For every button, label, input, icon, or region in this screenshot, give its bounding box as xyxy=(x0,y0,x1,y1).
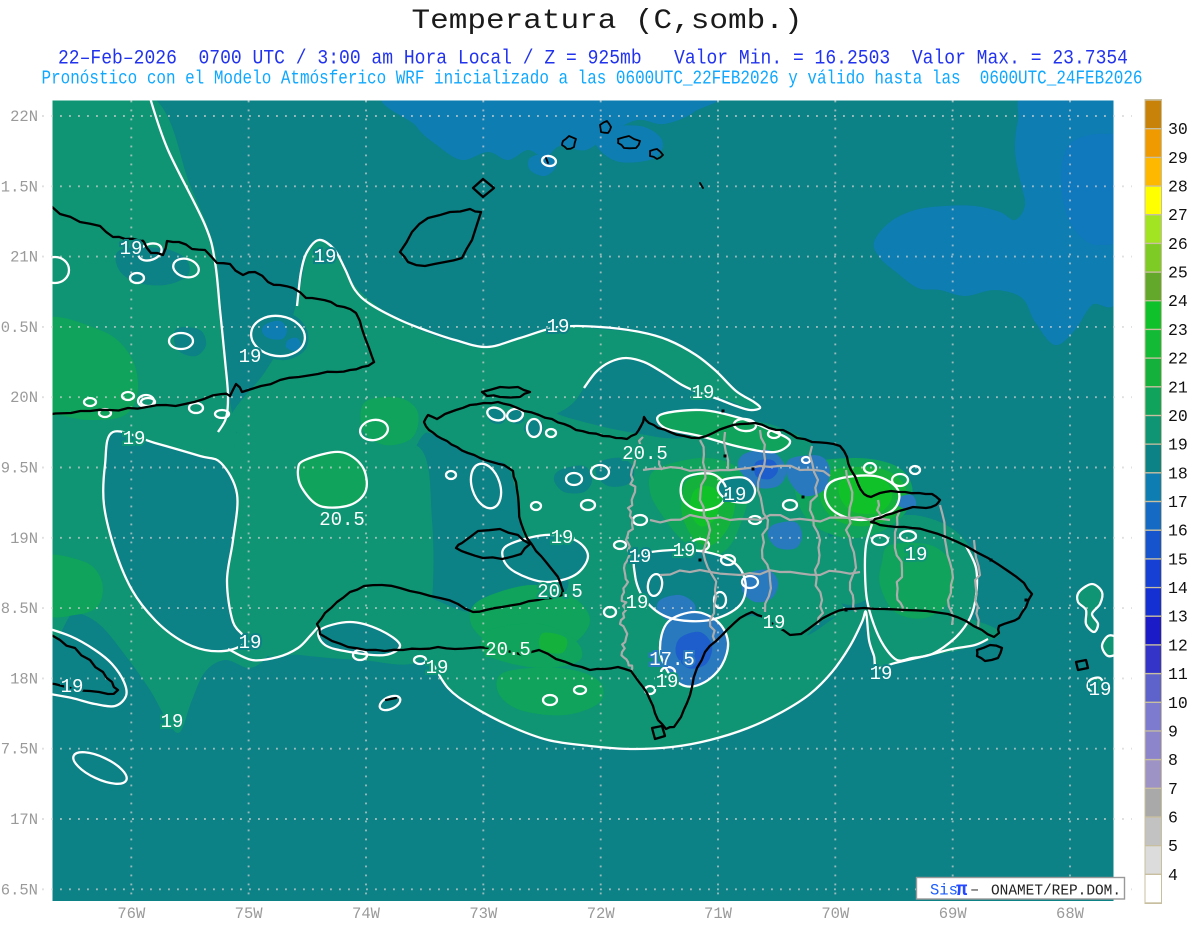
svg-text:14: 14 xyxy=(1168,579,1188,598)
svg-text:25: 25 xyxy=(1168,264,1188,283)
svg-text:19: 19 xyxy=(61,676,84,698)
svg-text:8.5N: 8.5N xyxy=(1,600,38,618)
svg-text:6.5N: 6.5N xyxy=(1,881,38,899)
svg-text:19: 19 xyxy=(724,484,747,506)
svg-text:74W: 74W xyxy=(352,905,381,923)
svg-text:24: 24 xyxy=(1168,292,1188,311)
svg-text:70W: 70W xyxy=(821,905,850,923)
svg-text:21N: 21N xyxy=(10,249,38,267)
svg-text:19: 19 xyxy=(673,540,696,562)
svg-text:19: 19 xyxy=(1089,679,1112,701)
svg-text:7: 7 xyxy=(1168,780,1178,799)
svg-text:5: 5 xyxy=(1168,837,1178,856)
svg-text:18N: 18N xyxy=(10,670,38,688)
svg-text:20.5: 20.5 xyxy=(622,443,668,465)
svg-text:18: 18 xyxy=(1168,464,1188,483)
svg-text:28: 28 xyxy=(1168,178,1188,197)
svg-text:17.5: 17.5 xyxy=(649,649,695,671)
svg-text:20.5: 20.5 xyxy=(485,639,531,661)
svg-text:6: 6 xyxy=(1168,809,1178,828)
svg-text:71W: 71W xyxy=(704,905,733,923)
svg-text:Pronóstico con el Modelo Atmós: Pronóstico con el Modelo Atmósferico WRF… xyxy=(42,68,1143,90)
svg-text:17N: 17N xyxy=(10,811,38,829)
svg-text:20.5: 20.5 xyxy=(319,509,365,531)
svg-text:30: 30 xyxy=(1168,120,1188,139)
svg-text:4: 4 xyxy=(1168,866,1178,885)
svg-text:19: 19 xyxy=(120,238,143,260)
svg-text:72W: 72W xyxy=(587,905,616,923)
svg-text:19: 19 xyxy=(551,527,574,549)
svg-text:19: 19 xyxy=(426,657,449,679)
svg-text:19: 19 xyxy=(692,382,715,404)
svg-text:7.5N: 7.5N xyxy=(1,741,38,759)
svg-text:Temperatura (C,somb.): Temperatura (C,somb.) xyxy=(412,6,803,37)
svg-text:20N: 20N xyxy=(10,389,38,407)
svg-text:9: 9 xyxy=(1168,722,1178,741)
svg-text:22N: 22N xyxy=(10,108,38,126)
svg-text:76W: 76W xyxy=(117,905,146,923)
svg-text:19: 19 xyxy=(314,246,337,268)
svg-text:1.5N: 1.5N xyxy=(1,178,38,196)
svg-text:19: 19 xyxy=(239,632,262,654)
svg-text:19: 19 xyxy=(123,428,146,450)
svg-text:9.5N: 9.5N xyxy=(1,460,38,478)
svg-text:22: 22 xyxy=(1168,350,1188,369)
svg-text:ONAMET/REP.DOM.: ONAMET/REP.DOM. xyxy=(991,883,1121,900)
svg-text:20: 20 xyxy=(1168,407,1188,426)
svg-text:29: 29 xyxy=(1168,149,1188,168)
svg-text:19: 19 xyxy=(161,711,184,733)
svg-text:19: 19 xyxy=(905,544,928,566)
svg-text:26: 26 xyxy=(1168,235,1188,254)
svg-text:69W: 69W xyxy=(939,905,968,923)
svg-text:19: 19 xyxy=(626,592,649,614)
svg-text:0.5N: 0.5N xyxy=(1,319,38,337)
svg-text:π: π xyxy=(956,879,968,901)
svg-text:23: 23 xyxy=(1168,321,1188,340)
svg-text:11: 11 xyxy=(1168,665,1188,684)
svg-text:19: 19 xyxy=(239,346,262,368)
svg-text:19: 19 xyxy=(1168,436,1188,455)
svg-text:15: 15 xyxy=(1168,550,1188,569)
svg-text:19: 19 xyxy=(870,663,893,685)
svg-text:–: – xyxy=(970,881,979,899)
svg-text:75W: 75W xyxy=(235,905,264,923)
svg-text:20.5: 20.5 xyxy=(537,581,583,603)
svg-text:16: 16 xyxy=(1168,522,1188,541)
svg-text:73W: 73W xyxy=(469,905,498,923)
svg-text:19: 19 xyxy=(656,671,679,693)
svg-text:68W: 68W xyxy=(1056,905,1085,923)
svg-text:27: 27 xyxy=(1168,206,1188,225)
svg-text:Sis: Sis xyxy=(930,882,958,900)
svg-text:19: 19 xyxy=(547,316,570,338)
svg-text:19N: 19N xyxy=(10,530,38,548)
svg-text:13: 13 xyxy=(1168,608,1188,627)
svg-text:19: 19 xyxy=(629,546,652,568)
svg-text:17: 17 xyxy=(1168,493,1188,512)
svg-text:10: 10 xyxy=(1168,694,1188,713)
svg-text:21: 21 xyxy=(1168,378,1188,397)
svg-text:19: 19 xyxy=(763,612,786,634)
svg-text:8: 8 xyxy=(1168,751,1178,770)
svg-text:12: 12 xyxy=(1168,636,1188,655)
